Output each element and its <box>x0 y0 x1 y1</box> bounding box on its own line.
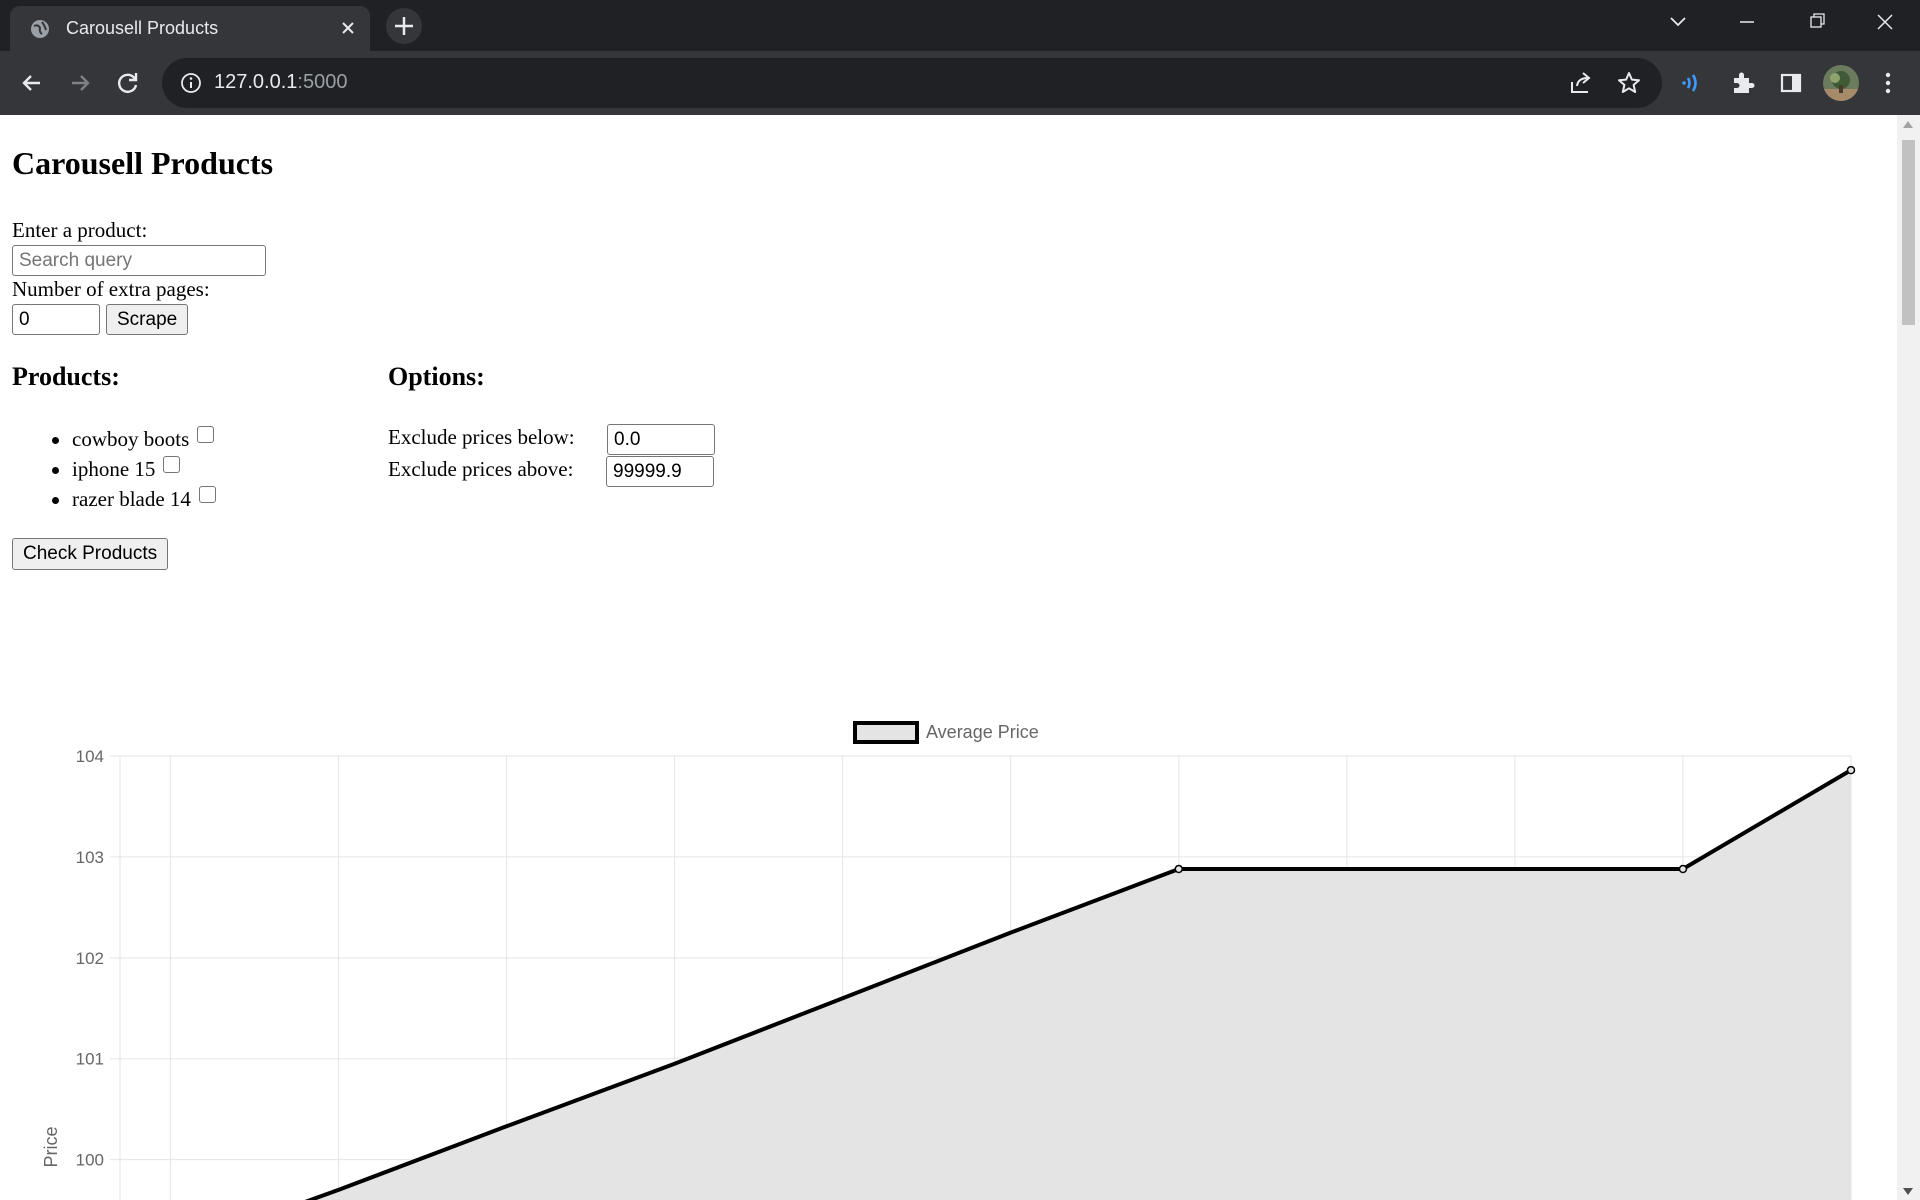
page-title: Carousell Products <box>12 145 274 181</box>
product-name: cowboy boots <box>72 427 190 451</box>
info-icon[interactable] <box>180 72 202 94</box>
puzzle-icon[interactable] <box>1727 67 1759 99</box>
extra-pages-input[interactable] <box>12 304 100 335</box>
pages-label: Number of extra pages: <box>12 277 210 301</box>
y-tick-label: 100 <box>76 1151 104 1170</box>
wave-extension-icon[interactable] <box>1678 67 1710 99</box>
back-arrow-icon[interactable] <box>14 65 50 101</box>
data-point[interactable] <box>1678 864 1688 874</box>
product-checkbox[interactable] <box>163 456 181 473</box>
url-port: :5000 <box>297 71 348 93</box>
scroll-down-arrow[interactable] <box>1903 1188 1913 1195</box>
legend-swatch <box>853 721 919 744</box>
data-point[interactable] <box>1846 765 1856 775</box>
globe-icon <box>31 20 49 38</box>
kebab-menu-icon[interactable] <box>1872 67 1904 99</box>
y-tick-labels: 100 101 102 103 104 <box>76 747 104 1170</box>
product-list-item: razer blade 14 <box>48 484 216 514</box>
chart-legend[interactable]: Average Price <box>853 721 1039 744</box>
page-viewport: Carousell Products Enter a product: Numb… <box>0 115 1897 1200</box>
close-icon[interactable] <box>337 17 359 39</box>
data-point[interactable] <box>1174 864 1184 874</box>
exclude-below-input[interactable] <box>607 424 715 455</box>
minimize-icon[interactable] <box>1712 0 1782 44</box>
average-price-chart: 100 101 102 103 104 Average Price Price <box>41 721 1856 1200</box>
y-tick-label: 104 <box>76 747 104 766</box>
reload-icon[interactable] <box>110 65 146 101</box>
forward-arrow-icon[interactable] <box>62 65 98 101</box>
legend-label: Average Price <box>926 722 1039 742</box>
product-name: iphone 15 <box>72 457 156 481</box>
product-checkbox[interactable] <box>198 486 216 503</box>
tab-strip: Carousell Products <box>0 0 1920 51</box>
tab-title: Carousell Products <box>66 18 219 38</box>
restore-icon[interactable] <box>1782 0 1852 44</box>
vertical-scrollbar[interactable] <box>1897 115 1920 1200</box>
side-panel-icon[interactable] <box>1775 67 1807 99</box>
exclude-above-label: Exclude prices above: <box>388 457 574 481</box>
chevron-down-icon[interactable] <box>1643 0 1713 44</box>
y-axis-label: Price <box>41 1126 61 1167</box>
scrape-button[interactable]: Scrape <box>106 304 189 335</box>
url-host: 127.0.0.1 <box>214 71 298 93</box>
product-checkbox[interactable] <box>197 426 215 443</box>
options-heading: Options: <box>388 362 485 391</box>
exclude-above-input[interactable] <box>606 456 714 487</box>
y-tick-label: 103 <box>76 848 104 867</box>
exclude-below-label: Exclude prices below: <box>388 425 575 449</box>
product-name: razer blade 14 <box>72 487 191 511</box>
active-tab[interactable]: Carousell Products <box>10 6 370 51</box>
y-tick-label: 101 <box>76 1050 104 1069</box>
url-text: 127.0.0.1:5000 <box>214 71 347 94</box>
product-label: Enter a product: <box>12 218 148 242</box>
product-list: cowboy boots iphone 15 razer blade 14 <box>48 424 216 514</box>
check-products-button[interactable]: Check Products <box>12 538 169 570</box>
star-icon[interactable] <box>1616 70 1642 96</box>
product-list-item: cowboy boots <box>48 424 216 454</box>
products-heading: Products: <box>12 362 120 391</box>
browser-toolbar: 127.0.0.1:5000 <box>0 51 1920 115</box>
address-bar[interactable]: 127.0.0.1:5000 <box>162 58 1662 108</box>
scroll-up-arrow[interactable] <box>1903 121 1913 128</box>
search-input[interactable] <box>12 245 266 276</box>
product-list-item: iphone 15 <box>48 454 216 484</box>
avatar[interactable] <box>1823 65 1859 101</box>
scrollbar-thumb[interactable] <box>1902 140 1915 325</box>
close-window-icon[interactable] <box>1850 0 1920 44</box>
share-icon[interactable] <box>1568 70 1594 96</box>
plus-icon[interactable] <box>386 8 422 44</box>
y-tick-label: 102 <box>76 949 104 968</box>
